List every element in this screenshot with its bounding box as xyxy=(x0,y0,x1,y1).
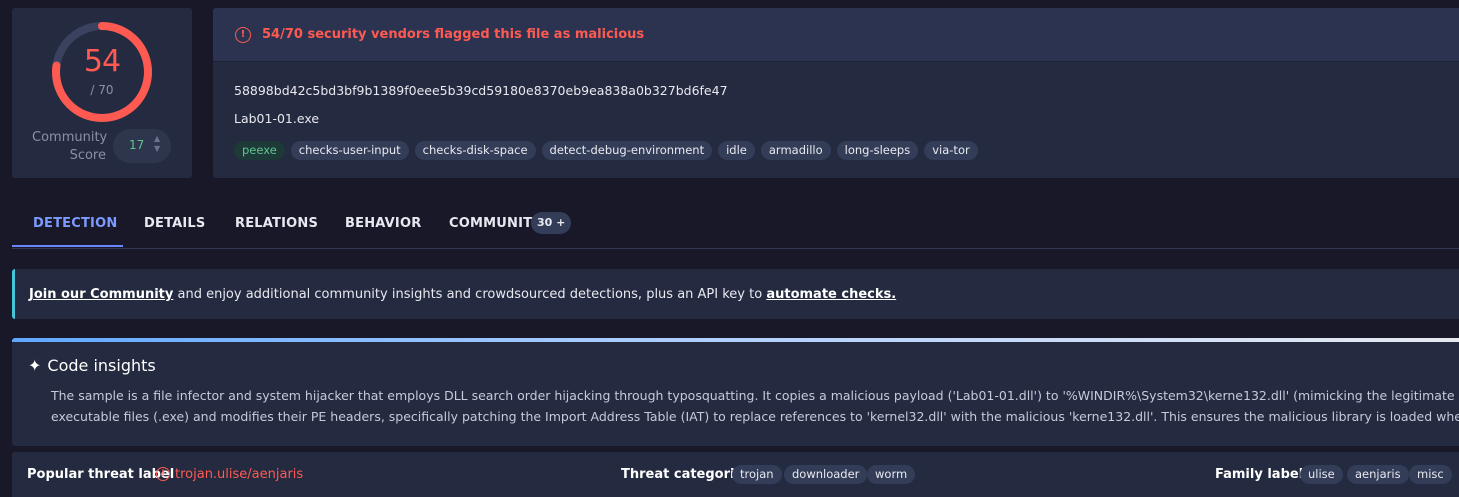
info-icon[interactable]: ! xyxy=(156,467,170,481)
community-count-badge: 30 + xyxy=(531,212,572,234)
file-hash[interactable]: 58898bd42c5bd3bf9b1389f0eee5b39cd59180e8… xyxy=(234,83,728,98)
community-score-value: 17 xyxy=(129,138,145,152)
automate-checks-link[interactable]: automate checks. xyxy=(766,287,896,302)
threat-category-chip[interactable]: worm xyxy=(867,465,916,484)
insights-title: ✦ Code insights xyxy=(28,356,156,375)
tag[interactable]: checks-disk-space xyxy=(414,141,536,160)
family-label-chip[interactable]: aenjaris xyxy=(1347,465,1409,484)
detection-count: 54 xyxy=(83,44,121,79)
detection-total: / 70 xyxy=(90,83,114,97)
tab-relations[interactable]: RELATIONS xyxy=(235,216,318,231)
tag[interactable]: detect-debug-environment xyxy=(541,141,713,160)
threat-summary-row: Popular threat label ! trojan.ulise/aenj… xyxy=(12,452,1459,497)
popular-threat-label: Popular threat label xyxy=(27,467,175,482)
banner-text: Join our Community and enjoy additional … xyxy=(29,287,897,302)
file-name: Lab01-01.exe xyxy=(234,111,320,126)
tag[interactable]: idle xyxy=(718,141,755,160)
vote-arrows-icon[interactable]: ▲ ▼ xyxy=(154,134,160,154)
tag[interactable]: checks-user-input xyxy=(290,141,409,160)
code-insights-panel: ✦ Code insights The sample is a file infe… xyxy=(12,338,1459,446)
alert-text: 54/70 security vendors flagged this file… xyxy=(262,27,645,42)
community-score-label: Community Score xyxy=(32,130,108,163)
active-tab-indicator xyxy=(12,245,123,247)
insights-gradient-bar xyxy=(12,338,1459,342)
file-info-card: ! 54/70 security vendors flagged this fi… xyxy=(213,8,1459,178)
alert-icon: ! xyxy=(235,26,251,43)
tag[interactable]: long-sleeps xyxy=(836,141,919,160)
threat-category-chip[interactable]: trojan xyxy=(732,465,782,484)
report-tabs: DETECTION DETAILS RELATIONS BEHAVIOR COM… xyxy=(12,200,1459,249)
community-banner: Join our Community and enjoy additional … xyxy=(12,269,1459,319)
malicious-alert: ! 54/70 security vendors flagged this fi… xyxy=(213,8,1459,62)
family-labels-label: Family labels xyxy=(1215,467,1311,482)
sparkle-icon: ✦ xyxy=(28,356,42,375)
tag[interactable]: armadillo xyxy=(760,141,831,160)
popular-threat-value[interactable]: trojan.ulise/aenjaris xyxy=(175,467,303,482)
tab-behavior[interactable]: BEHAVIOR xyxy=(345,216,421,231)
detection-score-card: 54 / 70 Community Score 17 ▲ ▼ xyxy=(12,8,192,178)
tab-details[interactable]: DETAILS xyxy=(144,216,205,231)
join-community-link[interactable]: Join our Community xyxy=(29,287,173,302)
tag[interactable]: via-tor xyxy=(924,141,978,160)
tag[interactable]: peexe xyxy=(234,141,285,160)
family-label-chip[interactable]: misc xyxy=(1409,465,1452,484)
insights-text: The sample is a file infector and system… xyxy=(51,388,1459,424)
file-tags: peexe checks-user-input checks-disk-spac… xyxy=(234,141,978,160)
tab-detection[interactable]: DETECTION xyxy=(33,216,117,231)
threat-category-chip[interactable]: downloader xyxy=(784,465,868,484)
community-score-pill[interactable]: 17 ▲ ▼ xyxy=(113,129,171,163)
tab-community[interactable]: COMMUNITY xyxy=(449,216,542,231)
family-label-chip[interactable]: ulise xyxy=(1300,465,1343,484)
